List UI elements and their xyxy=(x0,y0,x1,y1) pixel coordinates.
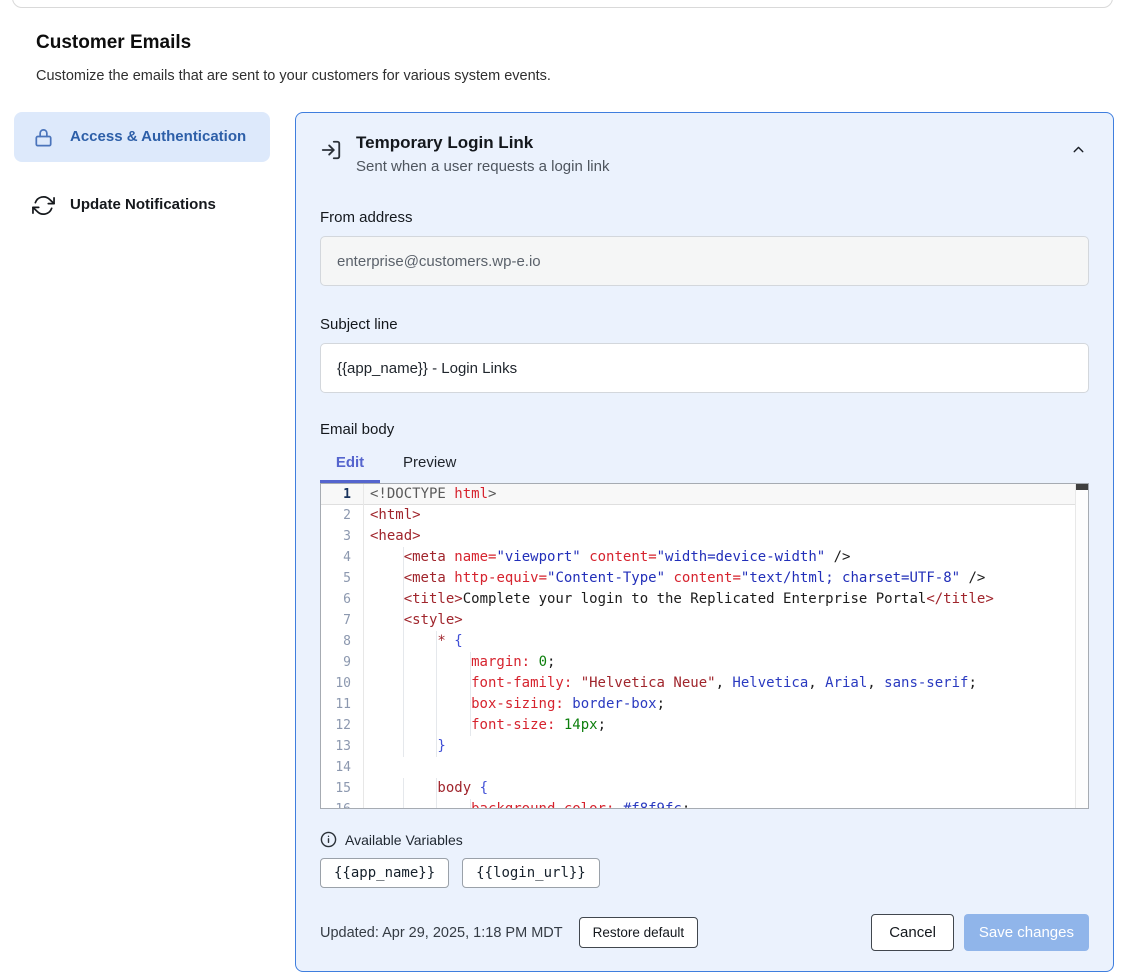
panel-title: Temporary Login Link xyxy=(356,133,1054,153)
sidebar-item-label: Access & Authentication xyxy=(70,125,246,149)
code-line[interactable]: 14 xyxy=(321,757,1075,778)
line-number: 4 xyxy=(321,550,363,565)
page-subtitle: Customize the emails that are sent to yo… xyxy=(36,68,1128,84)
email-body-label: Email body xyxy=(320,421,1089,438)
restore-default-button[interactable]: Restore default xyxy=(579,917,699,948)
code-text: <meta name="viewport" content="width=dev… xyxy=(363,547,1075,568)
chevron-up-icon xyxy=(1070,141,1087,158)
code-line[interactable]: 15body { xyxy=(321,778,1075,799)
code-line[interactable]: 5<meta http-equiv="Content-Type" content… xyxy=(321,568,1075,589)
content-area: Access & Authentication Update Notificat… xyxy=(14,112,1114,972)
code-text: <title>Complete your login to the Replic… xyxy=(363,589,1075,610)
cancel-button[interactable]: Cancel xyxy=(871,914,954,951)
code-text: body { xyxy=(363,778,1075,799)
variable-chip-login-url[interactable]: {{login_url}} xyxy=(462,858,600,888)
sync-icon xyxy=(32,194,55,217)
line-number: 14 xyxy=(321,760,363,775)
line-number: 15 xyxy=(321,781,363,796)
code-text: } xyxy=(363,736,1075,757)
code-line[interactable]: 4<meta name="viewport" content="width=de… xyxy=(321,547,1075,568)
code-line[interactable]: 13} xyxy=(321,736,1075,757)
email-body-tabs: Edit Preview xyxy=(320,448,1089,483)
code-text: * { xyxy=(363,631,1075,652)
line-number: 9 xyxy=(321,655,363,670)
editor-scrollbar-thumb[interactable] xyxy=(1076,484,1088,490)
tab-preview[interactable]: Preview xyxy=(403,448,456,483)
code-text: font-family: "Helvetica Neue", Helvetica… xyxy=(363,673,1075,694)
subject-line-label: Subject line xyxy=(320,316,1089,333)
line-number: 7 xyxy=(321,613,363,628)
sidebar-item-access-authentication[interactable]: Access & Authentication xyxy=(14,112,270,162)
code-line[interactable]: 6<title>Complete your login to the Repli… xyxy=(321,589,1075,610)
sidebar-item-label: Update Notifications xyxy=(70,193,216,217)
lock-icon xyxy=(32,126,55,149)
code-line[interactable]: 1<!DOCTYPE html> xyxy=(321,484,1075,505)
from-address-label: From address xyxy=(320,209,1089,226)
sidebar-item-update-notifications[interactable]: Update Notifications xyxy=(14,180,270,230)
code-line[interactable]: 9margin: 0; xyxy=(321,652,1075,673)
save-changes-button[interactable]: Save changes xyxy=(964,914,1089,951)
line-number: 2 xyxy=(321,508,363,523)
code-lines: 1<!DOCTYPE html>2<html>3<head>4<meta nam… xyxy=(321,484,1075,808)
panel-subtitle: Sent when a user requests a login link xyxy=(356,158,1054,175)
subject-line-input[interactable] xyxy=(320,343,1089,393)
from-address-input[interactable] xyxy=(320,236,1089,286)
line-number: 12 xyxy=(321,718,363,733)
code-text: margin: 0; xyxy=(363,652,1075,673)
code-text: <!DOCTYPE html> xyxy=(363,484,1075,505)
available-variables-label: Available Variables xyxy=(345,832,463,848)
code-line[interactable]: 7<style> xyxy=(321,610,1075,631)
editor-vertical-scrollbar[interactable] xyxy=(1075,484,1088,808)
page-title: Customer Emails xyxy=(36,32,1128,54)
temporary-login-link-panel: Temporary Login Link Sent when a user re… xyxy=(295,112,1114,972)
previous-section-card-edge xyxy=(12,0,1113,8)
code-line[interactable]: 8* { xyxy=(321,631,1075,652)
line-number: 1 xyxy=(321,487,363,502)
code-line[interactable]: 16background-color: #f8f9fc; xyxy=(321,799,1075,808)
variable-chips: {{app_name}} {{login_url}} xyxy=(320,858,1089,888)
code-line[interactable]: 2<html> xyxy=(321,505,1075,526)
panel-footer: Updated: Apr 29, 2025, 1:18 PM MDT Resto… xyxy=(320,914,1089,951)
code-text: background-color: #f8f9fc; xyxy=(363,799,1075,808)
email-body-code-editor[interactable]: 1<!DOCTYPE html>2<html>3<head>4<meta nam… xyxy=(320,483,1089,809)
code-text: <meta http-equiv="Content-Type" content=… xyxy=(363,568,1075,589)
line-number: 11 xyxy=(321,697,363,712)
code-text: <head> xyxy=(363,526,1075,547)
code-line[interactable]: 10font-family: "Helvetica Neue", Helveti… xyxy=(321,673,1075,694)
code-text: font-size: 14px; xyxy=(363,715,1075,736)
panel-header: Temporary Login Link Sent when a user re… xyxy=(320,133,1089,175)
line-number: 16 xyxy=(321,802,363,808)
line-number: 5 xyxy=(321,571,363,586)
code-line[interactable]: 11box-sizing: border-box; xyxy=(321,694,1075,715)
code-text xyxy=(363,757,1075,778)
variable-chip-app-name[interactable]: {{app_name}} xyxy=(320,858,449,888)
line-number: 10 xyxy=(321,676,363,691)
code-text: <html> xyxy=(363,505,1075,526)
info-icon xyxy=(320,831,337,848)
updated-timestamp: Updated: Apr 29, 2025, 1:18 PM MDT xyxy=(320,925,563,941)
tab-edit[interactable]: Edit xyxy=(320,448,380,483)
email-types-sidebar: Access & Authentication Update Notificat… xyxy=(14,112,270,230)
available-variables-header: Available Variables xyxy=(320,831,1089,848)
line-number: 13 xyxy=(321,739,363,754)
code-text: box-sizing: border-box; xyxy=(363,694,1075,715)
collapse-section-button[interactable] xyxy=(1068,139,1089,163)
log-in-icon xyxy=(320,139,342,161)
code-line[interactable]: 12font-size: 14px; xyxy=(321,715,1075,736)
line-number: 8 xyxy=(321,634,363,649)
line-number: 6 xyxy=(321,592,363,607)
code-text: <style> xyxy=(363,610,1075,631)
line-number: 3 xyxy=(321,529,363,544)
code-line[interactable]: 3<head> xyxy=(321,526,1075,547)
